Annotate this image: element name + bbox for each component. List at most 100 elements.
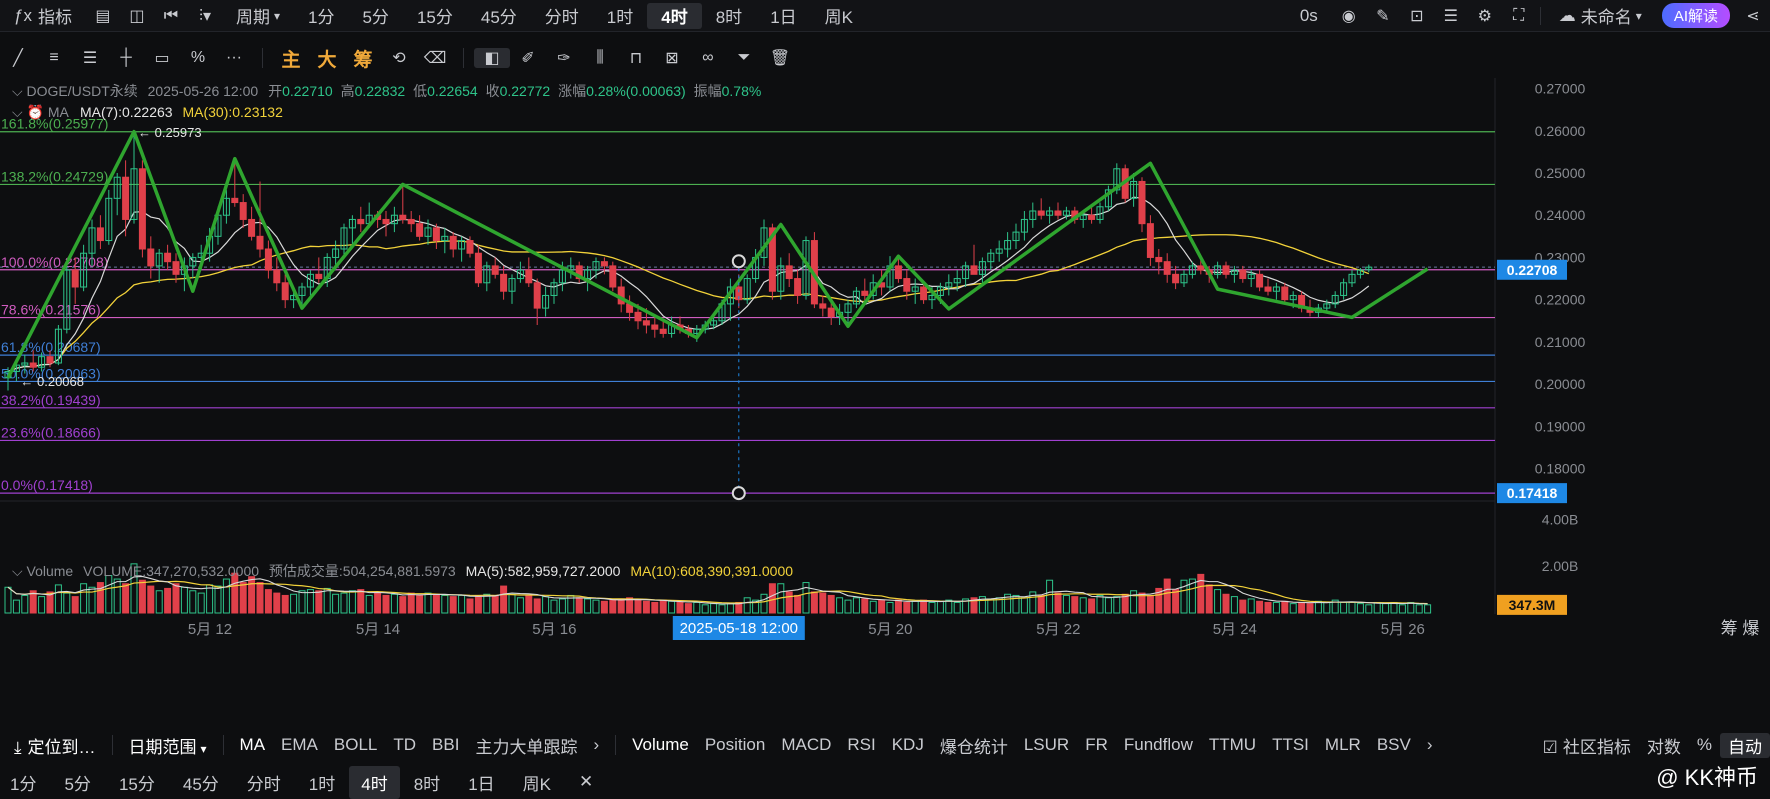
main-indicator-big-order[interactable]: 主力大单跟踪	[467, 733, 585, 758]
bottom-interval-1w[interactable]: 周K	[509, 770, 565, 795]
community-indicators-button[interactable]: ☑ 社区指标	[1535, 733, 1639, 758]
bottom-interval-timeshare[interactable]: 分时	[233, 770, 295, 795]
sub-indicator-position[interactable]: Position	[697, 735, 773, 755]
divider	[615, 735, 617, 755]
sub-indicator-rsi[interactable]: RSI	[839, 735, 883, 755]
candle-body	[29, 362, 37, 368]
highlighter-icon[interactable]: ✑	[546, 48, 582, 68]
interval-1d[interactable]: 1日	[756, 0, 810, 32]
time-tick-label: 5月 12	[188, 621, 232, 638]
sub-indicator-bsv[interactable]: BSV	[1369, 735, 1419, 755]
edit-icon[interactable]: ⊡	[1400, 6, 1434, 26]
link-icon[interactable]: ∞	[690, 49, 726, 67]
rectangle-icon[interactable]: ▭	[144, 48, 180, 68]
sync-icon[interactable]: ⟲	[381, 48, 417, 68]
camera-icon[interactable]: ◉	[1332, 6, 1366, 26]
sub-indicator-lsur[interactable]: LSUR	[1016, 735, 1077, 755]
bottom-interval-1d[interactable]: 1日	[454, 770, 508, 795]
main-force-toggle[interactable]: 主	[273, 45, 309, 72]
sub-indicator-ttmu[interactable]: TTMU	[1201, 735, 1264, 755]
volume-bar	[1205, 584, 1213, 614]
percent-scale-toggle[interactable]: %	[1689, 735, 1720, 755]
chip-toggle[interactable]: 筹	[345, 45, 381, 72]
watermark: @ KK神币	[1656, 765, 1758, 790]
interval-1w[interactable]: 周K	[811, 0, 867, 32]
horizontal-lines-icon[interactable]: ☰	[72, 48, 108, 68]
pen-icon[interactable]: ✎	[1366, 6, 1400, 26]
bottom-interval-1h[interactable]: 1时	[295, 770, 349, 795]
more-icon[interactable]: ···	[216, 49, 252, 67]
interval-1h[interactable]: 1时	[593, 0, 647, 32]
interval-timeshare[interactable]: 分时	[531, 0, 593, 32]
parallel-channel-icon[interactable]: ≡	[36, 49, 72, 67]
candle-body	[416, 223, 424, 237]
price-chart[interactable]: 0.270000.260000.250000.240000.230000.220…	[0, 78, 1770, 726]
candle-icon[interactable]: ⫼	[582, 49, 618, 67]
locate-button[interactable]: ⤓ 定位到…	[6, 733, 104, 758]
close-icon[interactable]: ✕	[565, 772, 607, 792]
replay-icon[interactable]: ⏮	[154, 7, 188, 25]
interval-5m[interactable]: 5分	[348, 0, 402, 32]
sub-indicator-volume[interactable]: Volume	[624, 735, 697, 755]
edit-box-icon[interactable]: ⊠	[654, 48, 690, 68]
pattern-icon[interactable]: %	[180, 49, 216, 67]
chevron-right-icon[interactable]: ›	[585, 735, 607, 755]
bottom-interval-5m[interactable]: 5分	[50, 770, 104, 795]
interval-1m[interactable]: 1分	[294, 0, 348, 32]
cloud-icon: ☁	[1558, 5, 1576, 25]
sub-indicator-fr[interactable]: FR	[1077, 735, 1116, 755]
interval-45m[interactable]: 45分	[467, 0, 531, 32]
auto-scale-toggle[interactable]: 自动	[1720, 732, 1770, 758]
interval-8h[interactable]: 8时	[702, 0, 756, 32]
indicator-button[interactable]: ƒx 指标	[0, 0, 86, 32]
collapse-icon[interactable]: ⌵	[12, 563, 23, 579]
bottom-interval-45m[interactable]: 45分	[169, 770, 233, 795]
layout-name-dropdown[interactable]: ☁ 未命名 ▾	[1545, 0, 1656, 32]
date-range-dropdown[interactable]: 日期范围 ▾	[121, 733, 215, 758]
bottom-interval-15m[interactable]: 15分	[105, 770, 169, 795]
sub-indicator-kdj[interactable]: KDJ	[884, 735, 932, 755]
log-scale-toggle[interactable]: 对数	[1639, 733, 1689, 758]
collapse-icon[interactable]: ⌵	[12, 104, 23, 120]
ai-analysis-button[interactable]: AI解读	[1661, 3, 1730, 28]
share-icon[interactable]: ⋖	[1736, 6, 1770, 26]
lock-icon[interactable]: ⊓	[618, 48, 654, 68]
interval-4h[interactable]: 4时	[647, 2, 702, 29]
volume-tick-label: 4.00B	[1542, 511, 1579, 527]
collapse-icon[interactable]: ⌵	[12, 83, 23, 99]
list-icon[interactable]: ☰	[1434, 6, 1468, 26]
volume-bar	[1163, 578, 1171, 614]
interval-15m[interactable]: 15分	[403, 0, 467, 32]
main-indicator-ma[interactable]: MA	[232, 735, 274, 755]
sub-indicator-ttsi[interactable]: TTSI	[1264, 735, 1317, 755]
trend-line-icon[interactable]: ╱	[0, 48, 36, 68]
sub-indicator-mlr[interactable]: MLR	[1317, 735, 1369, 755]
bottom-interval-4h[interactable]: 4时	[349, 765, 400, 799]
chevron-right-icon[interactable]: ›	[1419, 735, 1441, 755]
bottom-interval-8h[interactable]: 8时	[400, 770, 454, 795]
layout-icon[interactable]: ◫	[120, 6, 154, 26]
chart-type-icon[interactable]: ⫶▾	[188, 6, 222, 26]
bottom-interval-1m[interactable]: 1分	[0, 770, 50, 795]
chevron-down-icon: ▾	[1635, 8, 1642, 23]
brush-icon[interactable]: ✐	[510, 48, 546, 68]
candle-body	[609, 265, 617, 288]
sub-indicator-liquidation[interactable]: 爆仓统计	[932, 733, 1016, 758]
horizontal-line-icon[interactable]: ┼	[108, 49, 144, 67]
alarm-icon[interactable]: ⏰	[27, 104, 44, 120]
period-dropdown[interactable]: 周期 ▾	[222, 0, 294, 32]
big-order-toggle[interactable]: 大	[309, 45, 345, 72]
settings-icon[interactable]: ⚙	[1468, 6, 1502, 26]
main-indicator-bbi[interactable]: BBI	[424, 735, 467, 755]
magnet-icon[interactable]: ◧	[474, 48, 510, 68]
fullscreen-icon[interactable]: ⛶	[1502, 7, 1536, 25]
trash-icon[interactable]: 🗑	[762, 48, 798, 68]
sub-indicator-macd[interactable]: MACD	[773, 735, 839, 755]
filter-icon[interactable]: ⏷	[726, 49, 762, 67]
main-indicator-boll[interactable]: BOLL	[326, 735, 385, 755]
main-indicator-td[interactable]: TD	[385, 735, 424, 755]
main-indicator-ema[interactable]: EMA	[273, 735, 326, 755]
calendar-icon[interactable]: ▤	[86, 6, 120, 26]
clear-drawings-icon[interactable]: ⌫	[417, 48, 453, 68]
sub-indicator-fundflow[interactable]: Fundflow	[1116, 735, 1201, 755]
